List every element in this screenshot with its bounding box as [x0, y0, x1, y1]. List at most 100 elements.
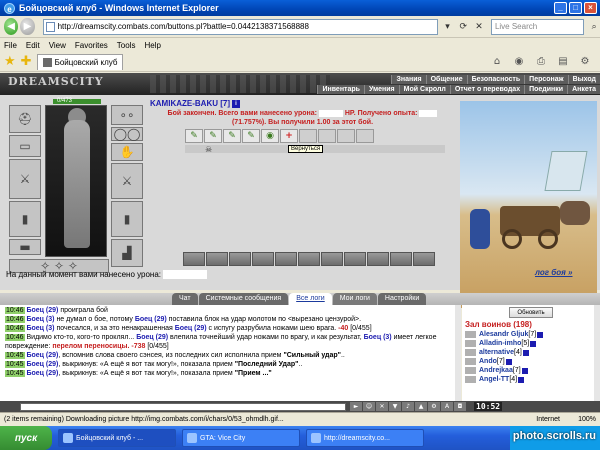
- chat-timestamp[interactable]: 10:46: [5, 307, 25, 314]
- back-icon[interactable]: ◀: [4, 18, 19, 35]
- address-bar[interactable]: http://dreamscity.combats.com/buttons.pl…: [42, 18, 438, 35]
- effect-slot[interactable]: ✎: [204, 129, 222, 143]
- home-icon[interactable]: ⌂: [488, 54, 506, 70]
- chat-timestamp[interactable]: 10:45: [5, 352, 25, 359]
- info-icon[interactable]: [530, 340, 537, 347]
- scroll-icon[interactable]: ▲: [415, 402, 427, 411]
- quick-slot[interactable]: [252, 252, 274, 266]
- nav-skills[interactable]: Умения: [363, 85, 399, 94]
- chat-nick[interactable]: Боец (29): [26, 352, 58, 359]
- player-name[interactable]: Andrejkaa: [479, 367, 513, 374]
- clear-icon[interactable]: ✕: [376, 402, 388, 411]
- player-name[interactable]: Alladin-imho: [479, 340, 521, 347]
- tab-my-logs[interactable]: Мои логи: [332, 293, 377, 305]
- chat-timestamp[interactable]: 10:45: [5, 361, 25, 368]
- nav-transfers[interactable]: Отчет о переводах: [449, 85, 525, 94]
- browser-tab[interactable]: Бойцовский клуб: [36, 53, 124, 70]
- info-icon[interactable]: [505, 358, 512, 365]
- chat-timestamp[interactable]: 10:46: [5, 325, 25, 332]
- feeds-icon[interactable]: ◉: [510, 54, 528, 70]
- effect-slot[interactable]: ✎: [185, 129, 203, 143]
- player-row[interactable]: alternative [4]: [465, 348, 600, 357]
- nav-exit[interactable]: Выход: [567, 75, 600, 84]
- stop-icon[interactable]: ✕: [473, 20, 485, 34]
- info-icon[interactable]: [518, 376, 525, 383]
- add-effect-icon[interactable]: +: [280, 129, 298, 143]
- slot-weapon-right[interactable]: ⚔: [111, 163, 143, 199]
- settings-icon[interactable]: ⚙: [428, 402, 440, 411]
- player-name[interactable]: Ando: [479, 358, 497, 365]
- effect-slot[interactable]: ✎: [242, 129, 260, 143]
- chat-nick[interactable]: Боец (29): [136, 334, 168, 341]
- info-icon[interactable]: [521, 367, 528, 374]
- favorites-star-icon[interactable]: ★: [4, 54, 16, 69]
- slot-belt[interactable]: ▬: [9, 239, 41, 255]
- lock-icon[interactable]: ◘: [454, 402, 466, 411]
- quick-slot[interactable]: [321, 252, 343, 266]
- slot-rings[interactable]: ◯◯: [111, 127, 143, 141]
- quick-slot[interactable]: [229, 252, 251, 266]
- slot-pants[interactable]: ▮: [111, 201, 143, 237]
- quick-slot[interactable]: [206, 252, 228, 266]
- quick-slot[interactable]: [183, 252, 205, 266]
- tools-gear-icon[interactable]: ⚙: [576, 54, 594, 70]
- taskbar-item-fight-club[interactable]: Бойцовский клуб - ...: [58, 429, 176, 447]
- effect-slot[interactable]: ✎: [223, 129, 241, 143]
- menu-file[interactable]: File: [4, 41, 17, 50]
- chat-nick[interactable]: Боец (29): [26, 361, 58, 368]
- menu-tools[interactable]: Tools: [117, 41, 136, 50]
- info-icon[interactable]: [537, 331, 544, 338]
- chat-nick[interactable]: Боец (29): [26, 307, 58, 314]
- slot-bracer[interactable]: ▭: [9, 135, 41, 157]
- filter-icon[interactable]: ▼: [389, 402, 401, 411]
- effect-slot-empty[interactable]: [299, 129, 317, 143]
- player-row[interactable]: Andrejkaa [7]: [465, 366, 600, 375]
- status-zoom[interactable]: 100%: [578, 416, 596, 423]
- print-icon[interactable]: ⎙: [532, 54, 550, 70]
- page-menu-icon[interactable]: ▤: [554, 54, 572, 70]
- slot-gloves[interactable]: ✋: [111, 143, 143, 161]
- player-row[interactable]: Alesandr Gljuk [7]: [465, 330, 600, 339]
- dropdown-icon[interactable]: ▾: [442, 20, 454, 34]
- quick-slot[interactable]: [298, 252, 320, 266]
- close-button[interactable]: ×: [584, 2, 597, 14]
- maximize-button[interactable]: □: [569, 2, 582, 14]
- slot-weapon-left[interactable]: ⚔: [9, 159, 41, 199]
- nav-my-scroll[interactable]: Мой Скролл: [398, 85, 450, 94]
- send-icon[interactable]: ►: [350, 402, 362, 411]
- quick-slot[interactable]: [367, 252, 389, 266]
- nav-security[interactable]: Безопасность: [466, 75, 525, 84]
- effect-slot-empty[interactable]: [356, 129, 374, 143]
- menu-favorites[interactable]: Favorites: [75, 41, 108, 50]
- slot-earrings[interactable]: ∘∘: [111, 105, 143, 125]
- quick-slot[interactable]: [275, 252, 297, 266]
- info-icon[interactable]: i: [232, 99, 240, 108]
- player-list-scrollbar[interactable]: [594, 305, 600, 401]
- nav-inventory[interactable]: Инвентарь: [317, 85, 364, 94]
- start-button[interactable]: пуск: [0, 426, 52, 450]
- quick-slot[interactable]: [390, 252, 412, 266]
- chat-nick[interactable]: Боец (3): [26, 316, 54, 323]
- nav-knowledge[interactable]: Знания: [391, 75, 426, 84]
- chat-timestamp[interactable]: 10:46: [5, 316, 25, 323]
- search-input[interactable]: Live Search: [490, 18, 585, 35]
- taskbar-item-browser[interactable]: http://dreamscity.co...: [306, 429, 424, 447]
- chat-input[interactable]: [20, 402, 346, 411]
- player-name[interactable]: alternative: [479, 349, 514, 356]
- chat-nick[interactable]: Боец (29): [175, 325, 207, 332]
- character-name[interactable]: KAMIKAZE-BAKU [7] i: [150, 99, 240, 108]
- chat-nick[interactable]: Боец (29): [135, 316, 167, 323]
- chat-nick[interactable]: Боец (3): [364, 334, 392, 341]
- player-name[interactable]: Angel-TT: [479, 376, 509, 383]
- player-row[interactable]: Alladin-imho [5]: [465, 339, 600, 348]
- tab-settings[interactable]: Настройки: [377, 293, 427, 305]
- player-row[interactable]: Angel-TT [4]: [465, 375, 600, 384]
- effect-slot-empty[interactable]: [318, 129, 336, 143]
- chat-nick[interactable]: Боец (29): [26, 370, 58, 377]
- slot-armor[interactable]: ▮: [9, 201, 41, 237]
- taskbar-item-gta[interactable]: GTA: Vice City: [182, 429, 300, 447]
- chat-timestamp[interactable]: 10:45: [5, 370, 25, 377]
- tab-system-messages[interactable]: Системные сообщения: [198, 293, 289, 305]
- chat-scrollbar[interactable]: [455, 305, 461, 401]
- nav-character[interactable]: Персонаж: [524, 75, 568, 84]
